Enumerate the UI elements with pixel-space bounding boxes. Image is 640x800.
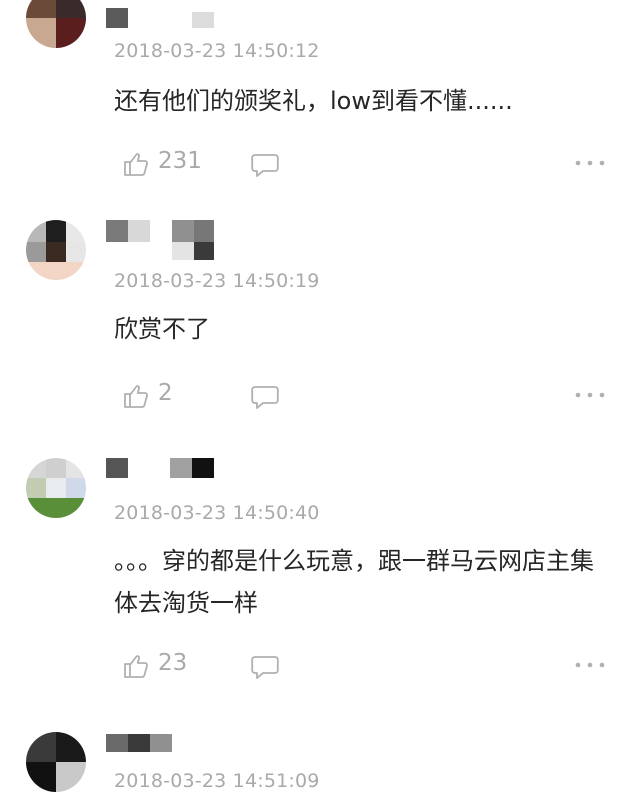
- comment-item: 2018-03-23 14:50:40 。。。穿的都是什么玩意，跟一群马云网店主…: [0, 430, 640, 720]
- like-count: 231: [158, 148, 202, 174]
- comment-bubble-icon[interactable]: [250, 654, 280, 680]
- more-dots-icon[interactable]: [574, 158, 606, 168]
- comment-timestamp: 2018-03-23 14:51:09: [114, 770, 320, 792]
- comment-item: 2018-03-23 14:51:09: [0, 720, 640, 800]
- more-dots-icon[interactable]: [574, 660, 606, 670]
- comment-text: 还有他们的颁奖礼，low到看不懂......: [114, 87, 513, 115]
- like-count: 2: [158, 380, 173, 406]
- comment-actions: 23: [114, 646, 614, 686]
- thumbs-up-icon[interactable]: [122, 382, 150, 410]
- comment-item: 2018-03-23 14:50:19 欣赏不了 2: [0, 200, 640, 430]
- comment-bubble-icon[interactable]: [250, 152, 280, 178]
- comment-timestamp: 2018-03-23 14:50:40: [114, 502, 320, 524]
- thumbs-up-icon[interactable]: [122, 652, 150, 680]
- comment-bubble-icon[interactable]: [250, 384, 280, 410]
- comment-timestamp: 2018-03-23 14:50:12: [114, 40, 320, 62]
- avatar[interactable]: [26, 0, 86, 48]
- comment-actions: 231: [114, 144, 614, 184]
- comment-text: 欣赏不了: [114, 315, 210, 343]
- comment-item: 2018-03-23 14:50:12 还有他们的颁奖礼，low到看不懂....…: [0, 0, 640, 200]
- comment-timestamp: 2018-03-23 14:50:19: [114, 270, 320, 292]
- more-dots-icon[interactable]: [574, 390, 606, 400]
- avatar[interactable]: [26, 732, 86, 792]
- comment-text: 。。。穿的都是什么玩意，跟一群马云网店主集体去淘货一样: [114, 547, 594, 617]
- avatar[interactable]: [26, 220, 86, 280]
- like-count: 23: [158, 650, 188, 676]
- thumbs-up-icon[interactable]: [122, 150, 150, 178]
- avatar[interactable]: [26, 458, 86, 518]
- comment-actions: 2: [114, 376, 614, 416]
